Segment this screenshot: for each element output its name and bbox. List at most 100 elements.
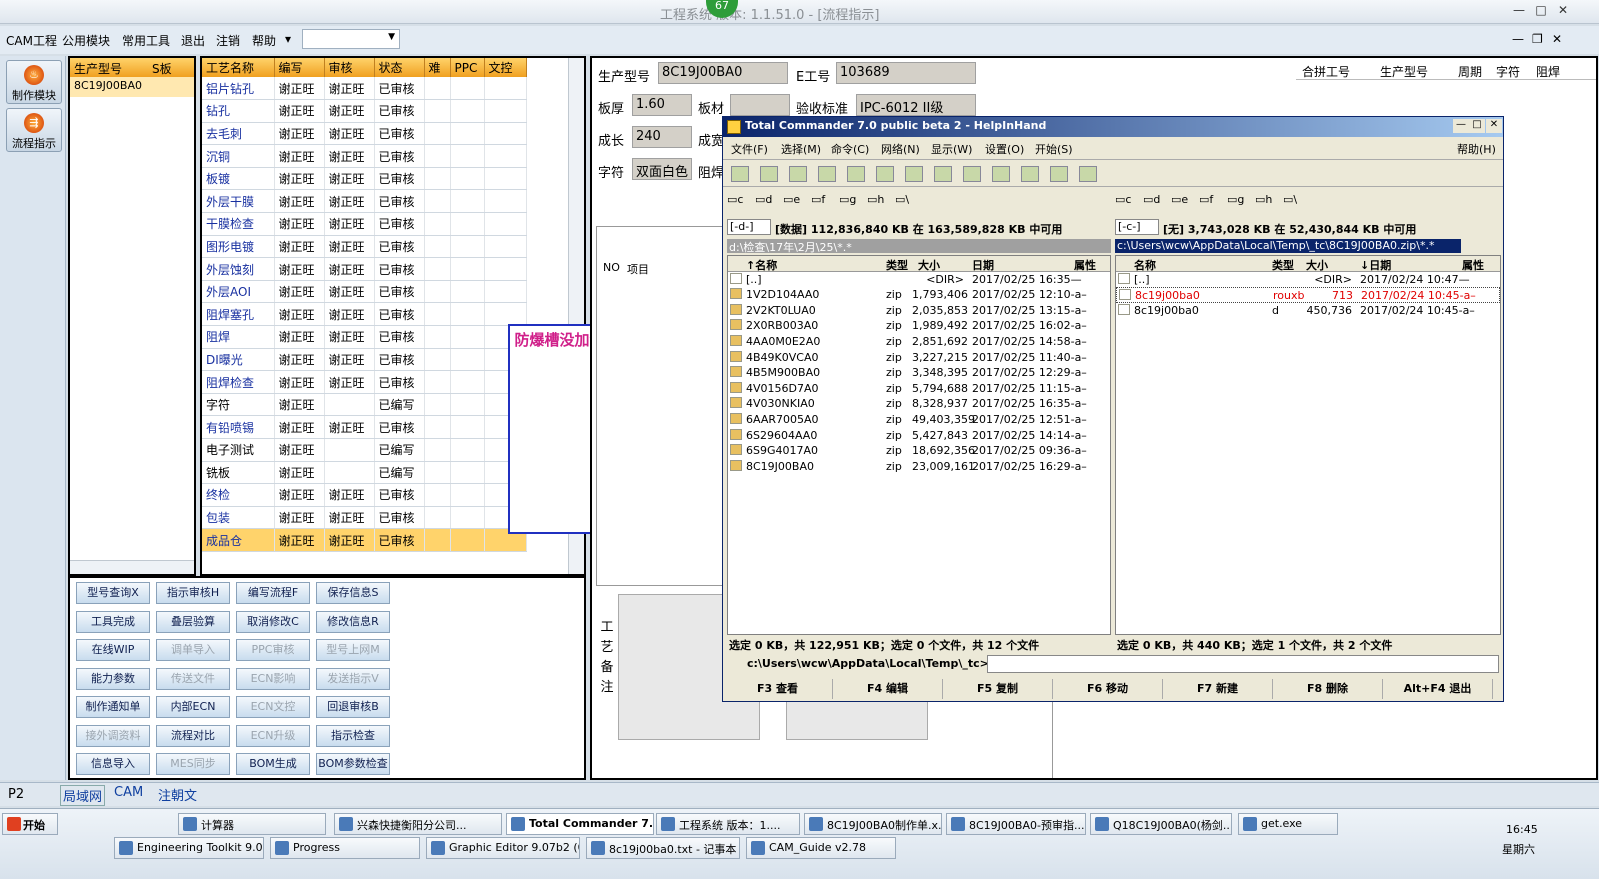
- taskbar-item[interactable]: Total Commander 7...: [506, 813, 654, 835]
- back-icon[interactable]: [876, 166, 894, 182]
- tree-icon[interactable]: [818, 166, 836, 182]
- refresh-icon[interactable]: [731, 166, 749, 182]
- tc-maximize-button[interactable]: □: [1469, 119, 1485, 133]
- menu-help-dropdown-icon[interactable]: ▾: [285, 32, 291, 46]
- file-col-header[interactable]: 日期: [972, 257, 994, 273]
- file-col-header[interactable]: 属性: [1074, 257, 1096, 273]
- menu-tools[interactable]: 常用工具: [122, 32, 170, 49]
- action-button[interactable]: 型号查询X: [76, 582, 150, 604]
- thick-field[interactable]: 1.60: [632, 94, 692, 116]
- action-button[interactable]: 发送指示V: [316, 667, 390, 690]
- url-icon[interactable]: [1021, 166, 1039, 182]
- taskbar-item[interactable]: Progress: [270, 837, 420, 859]
- table-row[interactable]: 钻孔 谢正旺 谢正旺 已审核: [202, 99, 527, 123]
- mdi-close-button[interactable]: ✕: [1552, 32, 1562, 46]
- action-button[interactable]: BOM生成: [236, 753, 310, 775]
- file-row[interactable]: 8C19J00BA0 zip 23,009,161 2017/02/25 16:29-…: [728, 459, 1110, 475]
- drive-0-icon[interactable]: ▭c: [727, 193, 743, 206]
- process-col-header[interactable]: 审核: [324, 58, 375, 77]
- tc-menu-command[interactable]: 命令(C): [831, 141, 869, 157]
- pack-icon[interactable]: [934, 166, 952, 182]
- tc-menu-file[interactable]: 文件(F): [731, 141, 768, 157]
- fkey-button[interactable]: F5 复制: [943, 679, 1053, 699]
- tc-menu-select[interactable]: 选择(M): [781, 141, 821, 157]
- taskbar-item[interactable]: 8C19J00BA0制作单.x...: [804, 813, 942, 835]
- file-row[interactable]: 2V2KT0LUA0 zip 2,035,853 2017/02/25 13:15-a…: [728, 303, 1110, 319]
- fkey-button[interactable]: F6 移动: [1053, 679, 1163, 699]
- tab-lan[interactable]: 局域网: [60, 785, 106, 806]
- file-col-header[interactable]: 名称: [1134, 257, 1156, 273]
- mdi-minimize-button[interactable]: —: [1512, 32, 1524, 46]
- file-row[interactable]: 2X0RB003A0 zip 1,989,492 2017/02/25 16:02-a…: [728, 318, 1110, 334]
- process-col-header[interactable]: PPC: [450, 58, 485, 77]
- full-icon[interactable]: [789, 166, 807, 182]
- mat-field[interactable]: [730, 94, 790, 116]
- table-row[interactable]: DI曝光 谢正旺 谢正旺 已审核: [202, 348, 527, 372]
- file-row[interactable]: 1V2D104AA0 zip 1,793,406 2017/02/25 12:10-a…: [728, 287, 1110, 303]
- action-button[interactable]: ECN升级: [236, 724, 310, 747]
- menu-cam[interactable]: CAM工程: [6, 32, 57, 49]
- action-button[interactable]: MES同步: [156, 753, 230, 775]
- process-col-header[interactable]: 编写: [274, 58, 325, 77]
- taskbar-item[interactable]: 8C19J00BA0-预审指...: [946, 813, 1086, 835]
- taskbar-item[interactable]: CAM_Guide v2.78: [746, 837, 896, 859]
- taskbar-item[interactable]: get.exe: [1238, 813, 1338, 835]
- action-button[interactable]: 内部ECN: [156, 696, 230, 718]
- file-row[interactable]: 4B49K0VCA0 zip 3,227,215 2017/02/25 11:40-a…: [728, 350, 1110, 366]
- table-row[interactable]: 成品仓 谢正旺 谢正旺 已审核: [202, 528, 527, 552]
- tab-note[interactable]: 注朝文: [158, 785, 197, 804]
- file-row[interactable]: 4B5M900BA0 zip 3,348,395 2017/02/25 12:29-a…: [728, 365, 1110, 381]
- drive-6-icon[interactable]: ▭\: [895, 193, 909, 206]
- action-button[interactable]: 指示审核H: [156, 582, 230, 604]
- file-row[interactable]: 4V030NKIA0 zip 8,328,937 2017/02/25 16:35-a…: [728, 396, 1110, 412]
- table-row[interactable]: 终检 谢正旺 谢正旺 已审核: [202, 483, 527, 507]
- tc-left-drive-select[interactable]: [-d-]: [727, 219, 771, 235]
- file-col-header[interactable]: 类型: [886, 257, 908, 273]
- tc-close-button[interactable]: ✕: [1486, 119, 1502, 133]
- action-button[interactable]: 型号上网M: [316, 639, 390, 661]
- table-row[interactable]: 字符 谢正旺 已编写: [202, 393, 527, 417]
- tc-right-path[interactable]: c:\Users\wcw\AppData\Local\Temp\_tc\8C19…: [1115, 239, 1461, 253]
- action-button[interactable]: 接外调资料: [76, 724, 150, 747]
- table-row[interactable]: 有铅喷锡 谢正旺 谢正旺 已审核: [202, 415, 527, 439]
- tc-menu-view[interactable]: 显示(W): [931, 141, 972, 157]
- table-row[interactable]: 铣板 谢正旺 已编写: [202, 461, 527, 485]
- table-row[interactable]: 外层干膜 谢正旺 谢正旺 已审核: [202, 189, 527, 214]
- table-row[interactable]: 阻焊塞孔 谢正旺 谢正旺 已审核: [202, 302, 527, 327]
- close-button[interactable]: ✕: [1554, 3, 1572, 19]
- action-button[interactable]: 调单导入: [156, 639, 230, 661]
- tc-menu-settings[interactable]: 设置(O): [985, 141, 1024, 157]
- e-field[interactable]: 103689: [836, 62, 976, 84]
- toolbar-combo[interactable]: ▼: [302, 29, 400, 49]
- action-button[interactable]: 编写流程F: [236, 582, 310, 604]
- merge-col-job[interactable]: 合拼工号: [1302, 63, 1350, 80]
- col-model[interactable]: 生产型号: [74, 60, 122, 77]
- file-row[interactable]: 6S29604AA0 zip 5,427,843 2017/02/25 14:14-a…: [728, 428, 1110, 444]
- drive-1-icon[interactable]: ▭d: [1143, 193, 1160, 206]
- char-field[interactable]: 双面白色: [632, 158, 692, 180]
- file-col-header[interactable]: ↑名称: [746, 257, 777, 273]
- unpack-icon[interactable]: [963, 166, 981, 182]
- action-button[interactable]: 保存信息S: [316, 582, 390, 604]
- drive-1-icon[interactable]: ▭d: [755, 193, 772, 206]
- menu-logout[interactable]: 注销: [216, 32, 240, 49]
- action-button[interactable]: 修改信息R: [316, 610, 390, 633]
- merge-col-model[interactable]: 生产型号: [1380, 63, 1428, 80]
- action-button[interactable]: PPC审核: [236, 639, 310, 661]
- merge-col-mask[interactable]: 阻焊: [1536, 63, 1560, 80]
- menu-help[interactable]: 帮助: [252, 32, 276, 49]
- action-button[interactable]: 回退审核B: [316, 696, 390, 718]
- star-icon[interactable]: [847, 166, 865, 182]
- nav-make-module[interactable]: ♨ 制作模块: [6, 60, 62, 104]
- fkey-button[interactable]: F4 编辑: [833, 679, 943, 699]
- nav-flow-guide[interactable]: ⇶ 流程指示: [6, 108, 62, 152]
- tab-p2[interactable]: P2: [8, 787, 24, 802]
- grow-field[interactable]: 240: [632, 126, 692, 148]
- file-row[interactable]: 4AA0M0E2A0 zip 2,851,692 2017/02/25 14:58-a…: [728, 334, 1110, 350]
- file-row[interactable]: 8c19j00ba0 d 450,736 2017/02/24 10:45-a–: [1116, 303, 1500, 319]
- drive-2-icon[interactable]: ▭e: [783, 193, 800, 206]
- taskbar-item[interactable]: Graphic Editor 9.07b2 (0...: [426, 837, 580, 859]
- drive-3-icon[interactable]: ▭f: [1199, 193, 1213, 206]
- menu-public[interactable]: 公用模块: [62, 32, 110, 49]
- action-button[interactable]: 在线WIP: [76, 639, 150, 661]
